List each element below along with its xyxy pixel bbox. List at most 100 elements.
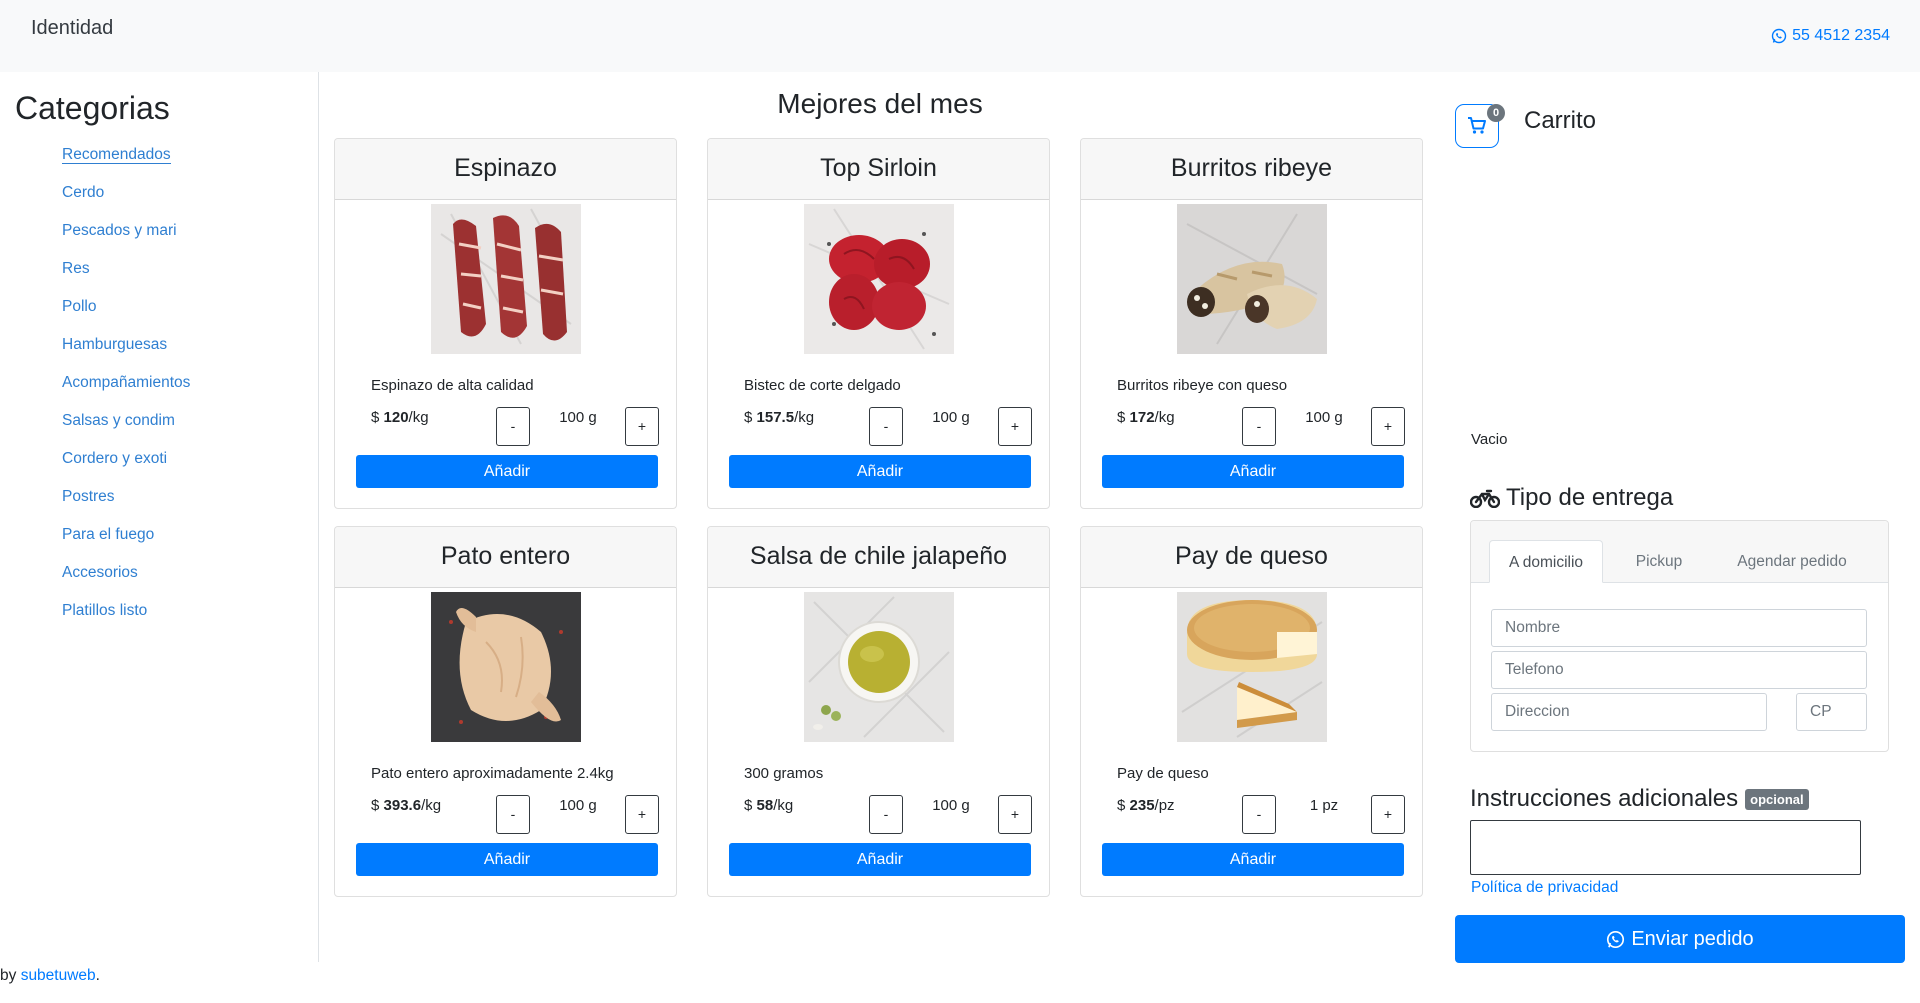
quantity-value: 100 g bbox=[1305, 409, 1343, 426]
send-order-button[interactable]: Enviar pedido bbox=[1455, 915, 1905, 963]
increase-quantity-button[interactable]: + bbox=[1371, 407, 1405, 446]
add-to-cart-button[interactable]: Añadir bbox=[356, 843, 658, 876]
product-image-sauce-bowl bbox=[804, 592, 954, 742]
sidebar-item-recomendados[interactable]: Recomendados bbox=[62, 144, 190, 182]
instructions-title: Instrucciones adicionales opcional bbox=[1470, 785, 1809, 813]
product-image-whole-duck bbox=[431, 592, 581, 742]
add-to-cart-button[interactable]: Añadir bbox=[729, 843, 1031, 876]
whatsapp-icon bbox=[1607, 930, 1625, 948]
sidebar-item-salsas[interactable]: Salsas y condim bbox=[62, 410, 190, 448]
increase-quantity-button[interactable]: + bbox=[998, 407, 1032, 446]
delivery-title: Tipo de entrega bbox=[1470, 484, 1673, 512]
product-price: $ 235/pz bbox=[1117, 797, 1175, 814]
sidebar-item-platillos[interactable]: Platillos listo bbox=[62, 600, 190, 638]
decrease-quantity-button[interactable]: - bbox=[869, 407, 903, 446]
decrease-quantity-button[interactable]: - bbox=[1242, 407, 1276, 446]
cart-title: Carrito bbox=[1524, 107, 1597, 134]
product-card: Top Sirloin Bistec de corte delgado $ 15… bbox=[707, 138, 1050, 509]
quantity-value: 100 g bbox=[559, 797, 597, 814]
phone-field[interactable]: Telefono bbox=[1491, 651, 1867, 689]
optional-badge: opcional bbox=[1745, 788, 1809, 810]
send-order-label: Enviar pedido bbox=[1631, 927, 1754, 950]
product-price: $ 157.5/kg bbox=[744, 409, 815, 426]
cart-count-badge: 0 bbox=[1487, 104, 1505, 122]
increase-quantity-button[interactable]: + bbox=[625, 407, 659, 446]
quantity-value: 100 g bbox=[932, 797, 970, 814]
sidebar-item-postres[interactable]: Postres bbox=[62, 486, 190, 524]
product-description: 300 gramos bbox=[744, 765, 824, 782]
categories-sidebar: Categorias Recomendados Cerdo Pescados y… bbox=[0, 72, 319, 962]
product-name: Burritos ribeye bbox=[1081, 139, 1422, 200]
postal-code-field[interactable]: CP bbox=[1796, 693, 1867, 731]
delivery-tabs: A domicilio Pickup Agendar pedido bbox=[1471, 521, 1888, 583]
product-description: Burritos ribeye con queso bbox=[1117, 377, 1288, 394]
quantity-value: 1 pz bbox=[1309, 797, 1339, 814]
product-name: Top Sirloin bbox=[708, 139, 1049, 200]
product-price: $ 172/kg bbox=[1117, 409, 1175, 426]
decrease-quantity-button[interactable]: - bbox=[496, 407, 530, 446]
sidebar-item-pollo[interactable]: Pollo bbox=[62, 296, 190, 334]
sidebar-item-cordero[interactable]: Cordero y exoti bbox=[62, 448, 190, 486]
product-description: Bistec de corte delgado bbox=[744, 377, 901, 394]
add-to-cart-button[interactable]: Añadir bbox=[1102, 843, 1404, 876]
section-title: Mejores del mes bbox=[777, 88, 983, 119]
sidebar-item-pescados[interactable]: Pescados y mari bbox=[62, 220, 190, 258]
sidebar-item-hamburguesas[interactable]: Hamburguesas bbox=[62, 334, 190, 372]
tab-agendar-pedido[interactable]: Agendar pedido bbox=[1715, 540, 1869, 583]
instructions-title-text: Instrucciones adicionales bbox=[1470, 785, 1739, 812]
tab-a-domicilio[interactable]: A domicilio bbox=[1489, 540, 1603, 583]
product-description: Espinazo de alta calidad bbox=[371, 377, 534, 394]
product-description: Pato entero aproximadamente 2.4kg bbox=[371, 765, 614, 782]
address-field[interactable]: Direccion bbox=[1491, 693, 1767, 731]
add-to-cart-button[interactable]: Añadir bbox=[356, 455, 658, 488]
delivery-title-text: Tipo de entrega bbox=[1506, 484, 1674, 511]
product-price: $ 58/kg bbox=[744, 797, 794, 814]
quantity-value: 100 g bbox=[559, 409, 597, 426]
delivery-form-card: A domicilio Pickup Agendar pedido Nombre… bbox=[1470, 520, 1889, 752]
product-image-red-steak-slices bbox=[804, 204, 954, 354]
brand-name[interactable]: Identidad bbox=[31, 17, 113, 40]
whatsapp-icon bbox=[1771, 28, 1787, 44]
product-description: Pay de queso bbox=[1117, 765, 1209, 782]
product-name: Pato entero bbox=[335, 527, 676, 588]
instructions-textarea[interactable] bbox=[1470, 820, 1861, 875]
increase-quantity-button[interactable]: + bbox=[625, 795, 659, 834]
sidebar-item-para-el-fuego[interactable]: Para el fuego bbox=[62, 524, 190, 562]
name-field[interactable]: Nombre bbox=[1491, 609, 1867, 647]
quantity-value: 100 g bbox=[932, 409, 970, 426]
product-name: Salsa de chile jalapeño bbox=[708, 527, 1049, 588]
decrease-quantity-button[interactable]: - bbox=[1242, 795, 1276, 834]
footer-credit: by subetuweb. bbox=[0, 967, 100, 984]
decrease-quantity-button[interactable]: - bbox=[869, 795, 903, 834]
tab-pickup[interactable]: Pickup bbox=[1613, 540, 1705, 583]
product-name: Pay de queso bbox=[1081, 527, 1422, 588]
add-to-cart-button[interactable]: Añadir bbox=[729, 455, 1031, 488]
shopping-cart-icon bbox=[1468, 117, 1486, 134]
increase-quantity-button[interactable]: + bbox=[1371, 795, 1405, 834]
product-card: Burritos ribeye Burritos ribeye con ques… bbox=[1080, 138, 1423, 509]
top-navbar: Identidad 55 4512 2354 bbox=[0, 0, 1920, 72]
sidebar-item-acompanamientos[interactable]: Acompañamientos bbox=[62, 372, 190, 410]
sidebar-item-accesorios[interactable]: Accesorios bbox=[62, 562, 190, 600]
product-card: Pay de queso Pay de queso $ 235/pz - 1 p… bbox=[1080, 526, 1423, 897]
footer-link[interactable]: subetuweb bbox=[21, 967, 96, 984]
product-card: Pato entero Pato entero aproximadamente … bbox=[334, 526, 677, 897]
increase-quantity-button[interactable]: + bbox=[998, 795, 1032, 834]
products-grid: Espinazo Espinazo de alta calidad $ 120/… bbox=[334, 138, 1426, 897]
decrease-quantity-button[interactable]: - bbox=[496, 795, 530, 834]
product-price: $ 120/kg bbox=[371, 409, 429, 426]
categories-title: Categorias bbox=[15, 90, 170, 126]
privacy-policy-link[interactable]: Política de privacidad bbox=[1471, 879, 1618, 897]
product-card: Salsa de chile jalapeño 300 gramos $ 58/… bbox=[707, 526, 1050, 897]
whatsapp-phone-link[interactable]: 55 4512 2354 bbox=[1771, 27, 1890, 45]
motorcycle-icon bbox=[1470, 489, 1500, 508]
product-image-cheesecake bbox=[1177, 592, 1327, 742]
product-price: $ 393.6/kg bbox=[371, 797, 442, 814]
product-name: Espinazo bbox=[335, 139, 676, 200]
sidebar-item-cerdo[interactable]: Cerdo bbox=[62, 182, 190, 220]
cart-empty-text: Vacio bbox=[1471, 431, 1508, 448]
sidebar-item-res[interactable]: Res bbox=[62, 258, 190, 296]
phone-number: 55 4512 2354 bbox=[1792, 27, 1890, 44]
add-to-cart-button[interactable]: Añadir bbox=[1102, 455, 1404, 488]
product-image-raw-meat-cuts bbox=[431, 204, 581, 354]
